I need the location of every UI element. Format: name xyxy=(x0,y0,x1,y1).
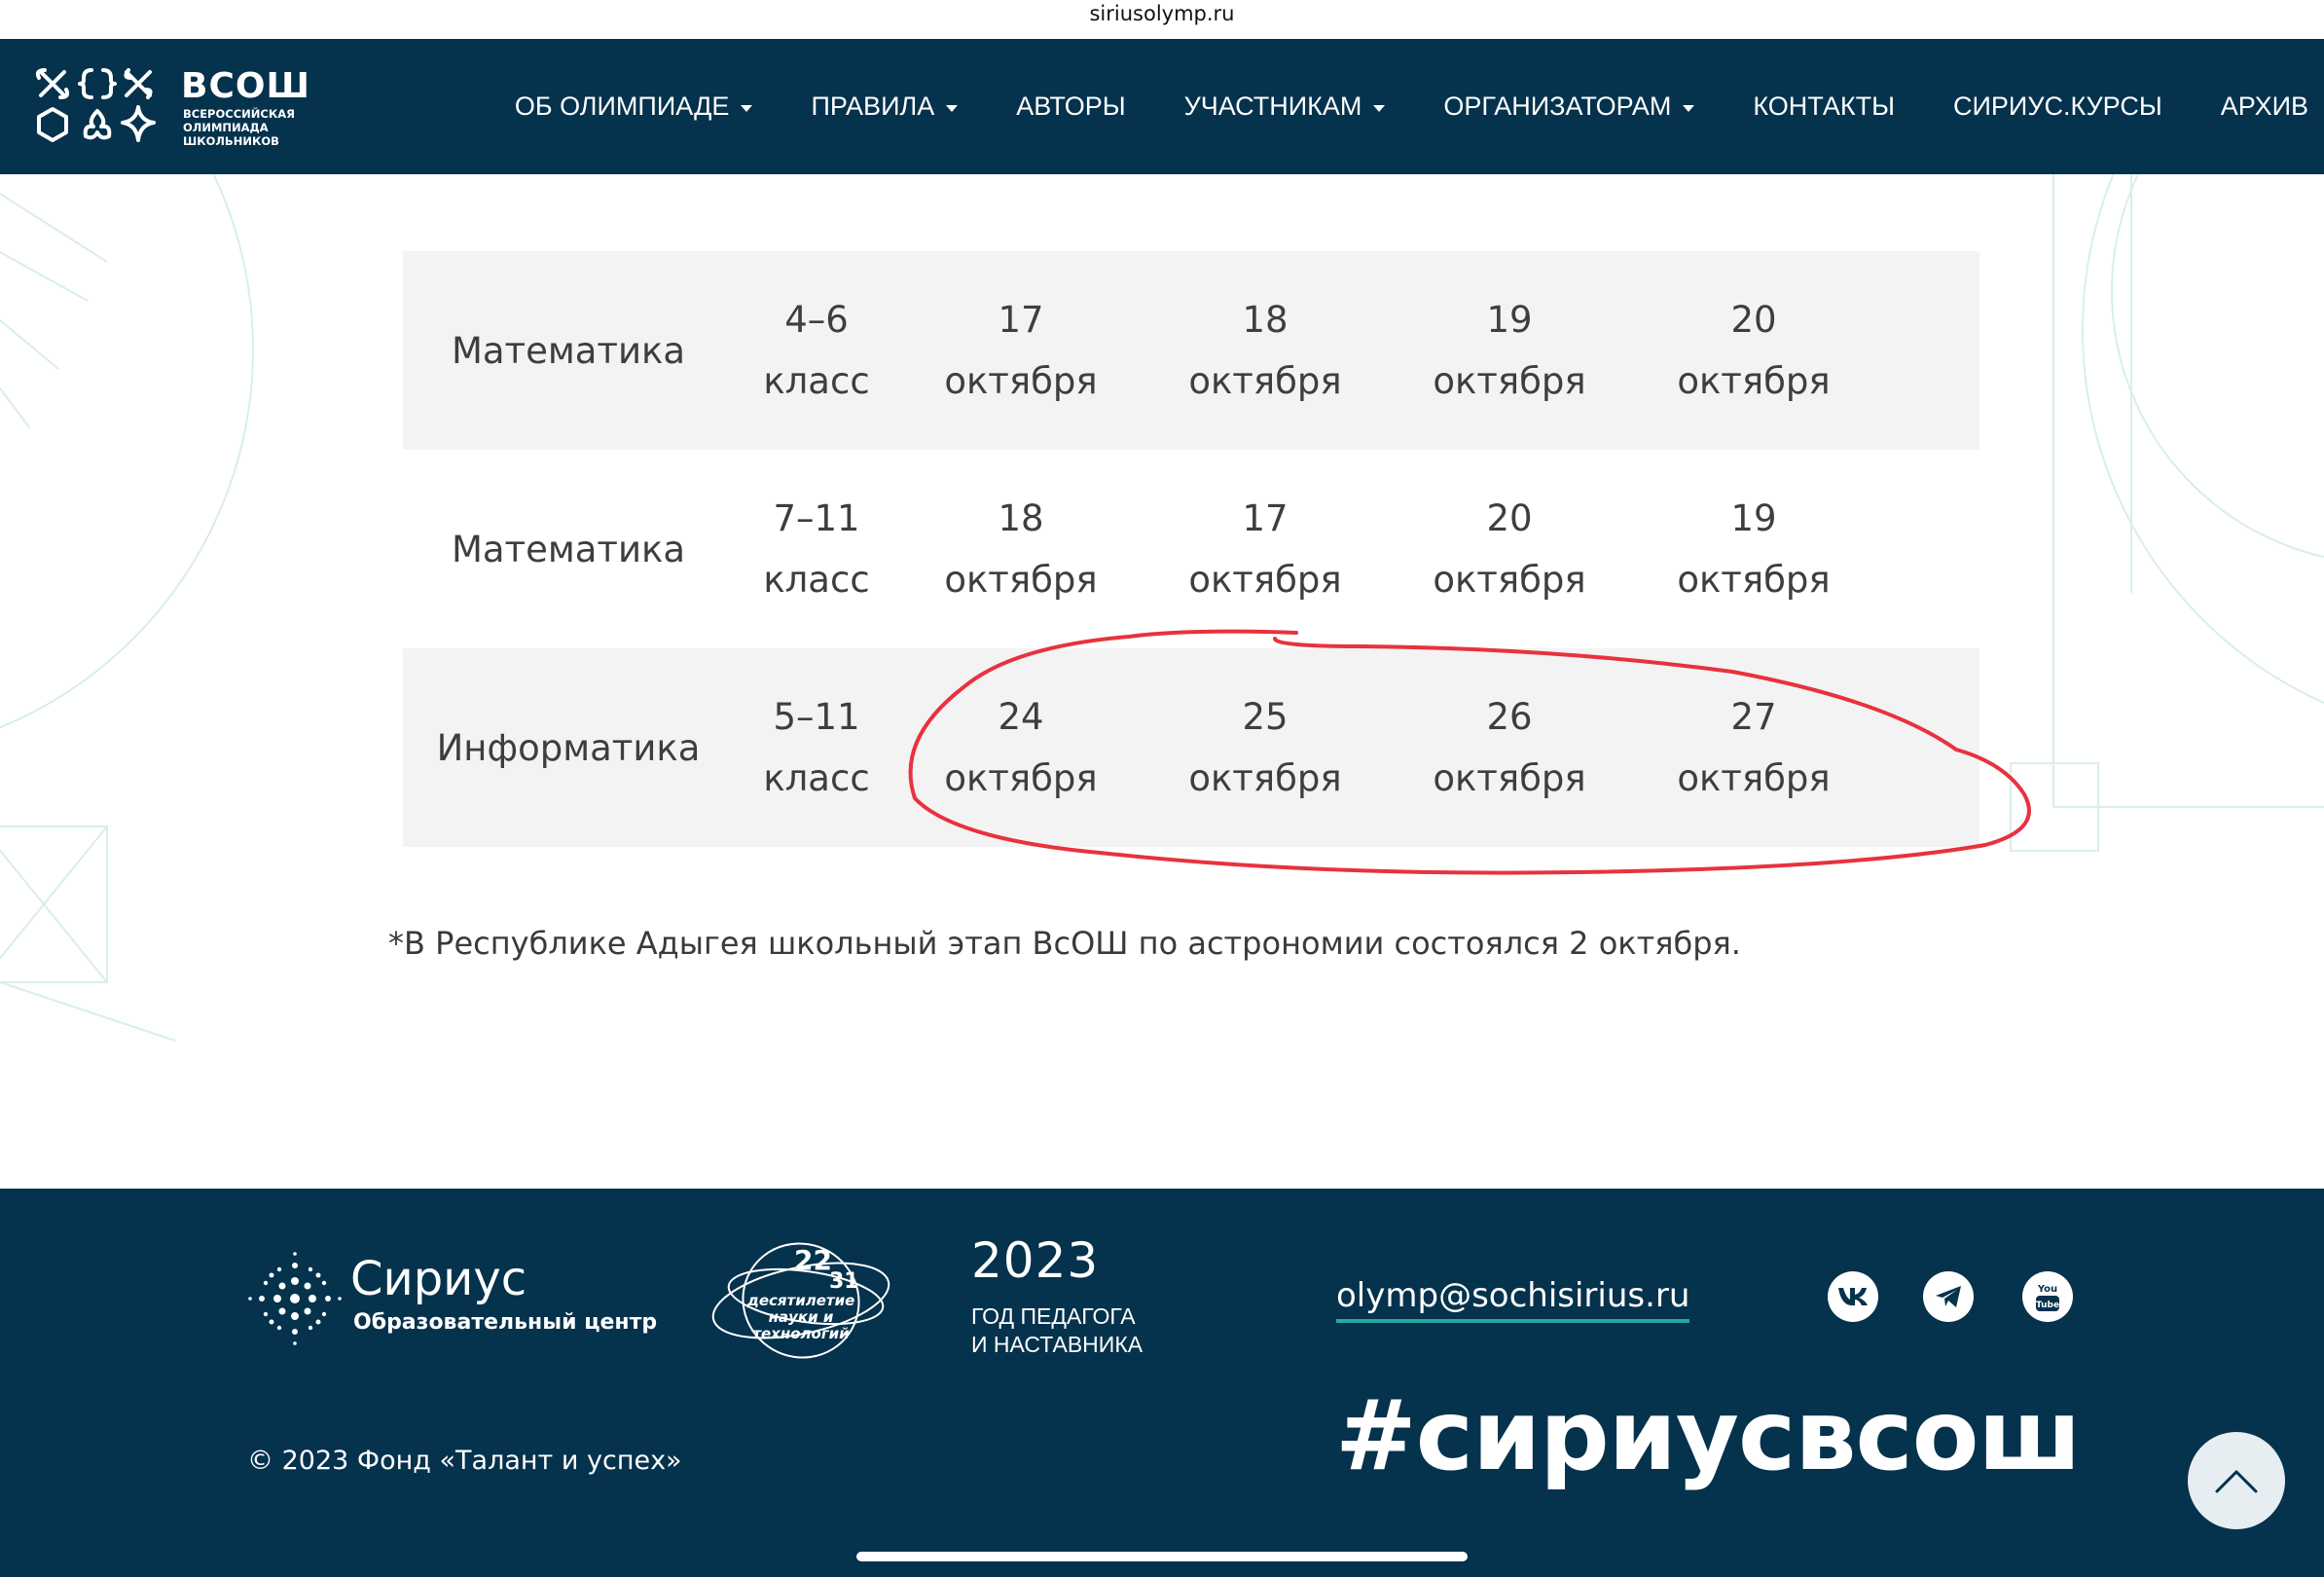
cell-date: 18 октября xyxy=(1188,299,1342,402)
vsosh-logo[interactable]: ВСОШ ВСЕРОССИЙСКАЯ ОЛИМПИАДА ШКОЛЬНИКОВ xyxy=(35,66,327,148)
cell-date: 19 октября xyxy=(1677,497,1831,601)
caret-down-icon xyxy=(1683,104,1695,112)
svg-text:You: You xyxy=(2037,1284,2057,1295)
cell-date: 20 октября xyxy=(1677,299,1831,402)
cell-date: 19 октября xyxy=(1433,299,1586,402)
cell-date: 27 октября xyxy=(1677,696,1831,799)
cell-subject: Информатика xyxy=(436,726,701,769)
cell-date: 24 октября xyxy=(944,696,1098,799)
copyright: © 2023 Фонд «Талант и успех» xyxy=(247,1446,682,1476)
cell-date: 17 октября xyxy=(944,299,1098,402)
cell-subject: Математика xyxy=(451,528,686,570)
browser-url-bar[interactable]: siriusolymp.ru xyxy=(0,0,2324,39)
nav-contacts[interactable]: КОНТАКТЫ xyxy=(1724,92,1924,122)
site-header: ВСОШ ВСЕРОССИЙСКАЯ ОЛИМПИАДА ШКОЛЬНИКОВ … xyxy=(0,39,2324,174)
scroll-to-top-button[interactable] xyxy=(2188,1432,2285,1529)
decade-number-a: 22 xyxy=(794,1244,832,1276)
logo-subtitle: ВСЕРОССИЙСКАЯ ОЛИМПИАДА ШКОЛЬНИКОВ xyxy=(183,107,295,148)
hashtag: #сириусвсош xyxy=(1335,1378,2082,1492)
caret-down-icon xyxy=(946,104,959,112)
cell-date: 17 октября xyxy=(1188,497,1342,601)
home-indicator[interactable] xyxy=(856,1552,1468,1561)
nav-rules[interactable]: ПРАВИЛА xyxy=(781,92,987,122)
year-text: ГОД ПЕДАГОГА И НАСТАВНИКА xyxy=(971,1303,1144,1357)
cell-grade: 7–11 класс xyxy=(763,497,870,601)
nav-organizers[interactable]: ОРГАНИЗАТОРАМ xyxy=(1414,92,1724,122)
cell-subject: Математика xyxy=(451,329,686,372)
cell-grade: 5–11 класс xyxy=(763,696,870,799)
logo-title: ВСОШ xyxy=(181,66,310,106)
nav-participants[interactable]: УЧАСТНИКАМ xyxy=(1155,92,1415,122)
telegram-icon[interactable] xyxy=(1923,1271,1974,1322)
svg-text:Tube: Tube xyxy=(2036,1301,2059,1310)
chevron-up-icon xyxy=(2215,1470,2258,1493)
nav-sirius-courses[interactable]: СИРИУС.КУРСЫ xyxy=(1924,92,2192,122)
nav-archive[interactable]: АРХИВ xyxy=(2192,92,2324,122)
footnote-text: *В Республике Адыгея школьный этап ВсОШ … xyxy=(388,925,1741,962)
cell-date: 25 октября xyxy=(1188,696,1342,799)
cell-date: 26 октября xyxy=(1433,696,1586,799)
sirius-subtitle: Образовательный центр xyxy=(353,1310,658,1335)
sirius-dots-icon xyxy=(248,1252,342,1345)
contact-email-link[interactable]: olymp@sochisirius.ru xyxy=(1336,1276,1690,1323)
cell-date: 20 октября xyxy=(1433,497,1586,601)
table-row: Информатика 5–11 класс 24 октября 25 октябр… xyxy=(403,648,1979,847)
caret-down-icon xyxy=(1373,104,1386,112)
table-row: Математика 4–6 класс 17 октября 18 октября … xyxy=(403,251,1979,450)
site-footer: Сириус Образовательный центр 22 31 десят… xyxy=(0,1189,2324,1577)
sirius-name: Сириус xyxy=(350,1252,527,1306)
nav-about[interactable]: ОБ ОЛИМПИАДЕ xyxy=(486,92,782,122)
teacher-year-logo[interactable]: 2023 ГОД ПЕДАГОГА И НАСТАВНИКА xyxy=(971,1232,1143,1359)
caret-down-icon xyxy=(741,104,753,112)
year-number: 2023 xyxy=(971,1232,1100,1289)
decade-number-b: 31 xyxy=(829,1269,859,1294)
logo-symbols-icon xyxy=(35,68,156,142)
cell-grade: 4–6 класс xyxy=(763,299,870,402)
vk-icon[interactable] xyxy=(1828,1271,1878,1322)
nav-authors[interactable]: АВТОРЫ xyxy=(987,92,1154,122)
main-nav: ОБ ОЛИМПИАДЕ ПРАВИЛА АВТОРЫ УЧАСТНИКАМ О… xyxy=(486,39,2324,174)
decade-science-logo[interactable]: 22 31 десятилетие науки и технологий xyxy=(708,1232,893,1364)
cell-date: 18 октября xyxy=(944,497,1098,601)
sirius-logo[interactable]: Сириус Образовательный центр xyxy=(248,1252,657,1349)
url-text: siriusolymp.ru xyxy=(1089,2,1235,25)
table-row: Математика 7–11 класс 18 октября 17 октября… xyxy=(403,450,1979,648)
decade-text: десятилетие науки и технологий xyxy=(746,1292,855,1342)
youtube-icon[interactable]: You Tube xyxy=(2022,1271,2073,1322)
